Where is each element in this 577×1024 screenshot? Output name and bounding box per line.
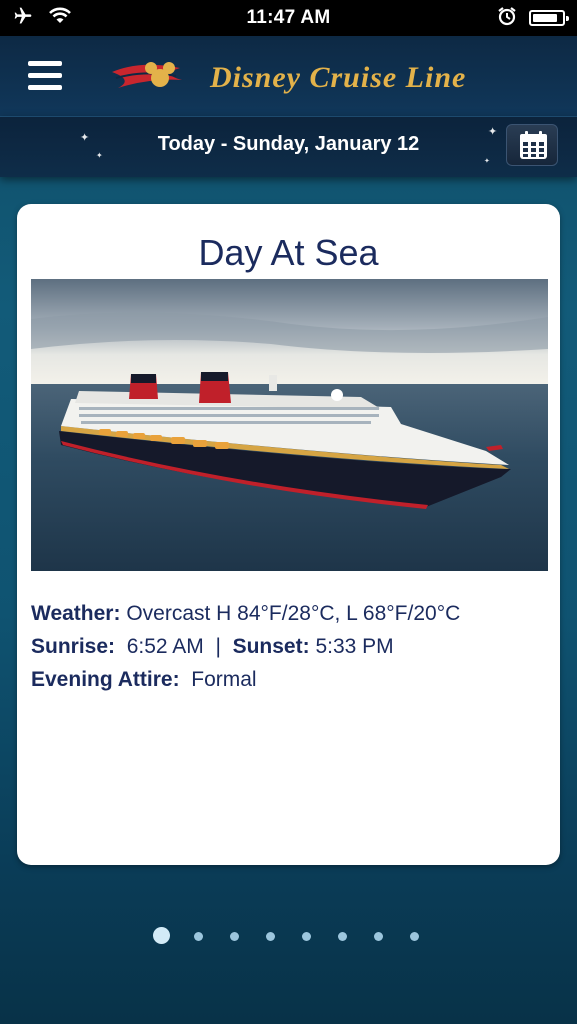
page-dot[interactable] [338,932,347,941]
page-dot[interactable] [302,932,311,941]
status-bar: 11:47 AM [0,0,577,36]
separator: | [215,635,221,658]
disney-cruise-line-logo: Disney Cruise Line [110,48,480,108]
page-dot[interactable] [153,927,170,944]
attire-row: Evening Attire: Formal [31,663,546,696]
day-card[interactable]: Day At Sea Weather: Overcast H 84°F/28°C… [17,204,560,865]
sun-times-row: Sunrise: 6:52 AM | Sunset: 5:33 PM [31,630,546,663]
page-dot[interactable] [194,932,203,941]
page-dot[interactable] [410,932,419,941]
attire-value: Formal [191,668,257,691]
sunrise-value: 6:52 AM [126,635,204,658]
sunset-value: 5:33 PM [315,635,394,658]
current-date-label: Today - Sunday, January 12 [157,133,420,155]
hamburger-menu-icon[interactable] [28,61,62,91]
date-bar: ✦ ✦ ✦ ✦ Today - Sunday, January 12 [0,116,577,177]
weather-row: Weather: Overcast H 84°F/28°C, L 68°F/20… [31,597,546,630]
page-dot[interactable] [230,932,239,941]
weather-label: Weather: [31,602,121,625]
wifi-icon [48,7,72,30]
calendar-icon [520,131,547,159]
airplane-icon [12,6,34,31]
sunset-label: Sunset: [232,635,310,658]
mickey-flag-icon [112,62,182,88]
page-indicator[interactable] [0,926,577,946]
day-details: Weather: Overcast H 84°F/28°C, L 68°F/20… [31,597,546,696]
sunrise-label: Sunrise: [31,635,116,658]
alarm-icon [497,6,517,31]
day-title: Day At Sea [198,232,379,273]
attire-label: Evening Attire: [31,668,180,691]
weather-value: Overcast H 84°F/28°C, L 68°F/20°C [126,602,461,625]
battery-icon [529,10,569,26]
page-dot[interactable] [374,932,383,941]
logo-text: Disney Cruise Line [210,61,467,94]
page-dot[interactable] [266,932,275,941]
cruise-ship-photo [31,279,548,571]
status-time: 11:47 AM [246,7,331,28]
calendar-button[interactable] [506,124,558,166]
app-header: Disney Cruise Line [0,36,577,116]
